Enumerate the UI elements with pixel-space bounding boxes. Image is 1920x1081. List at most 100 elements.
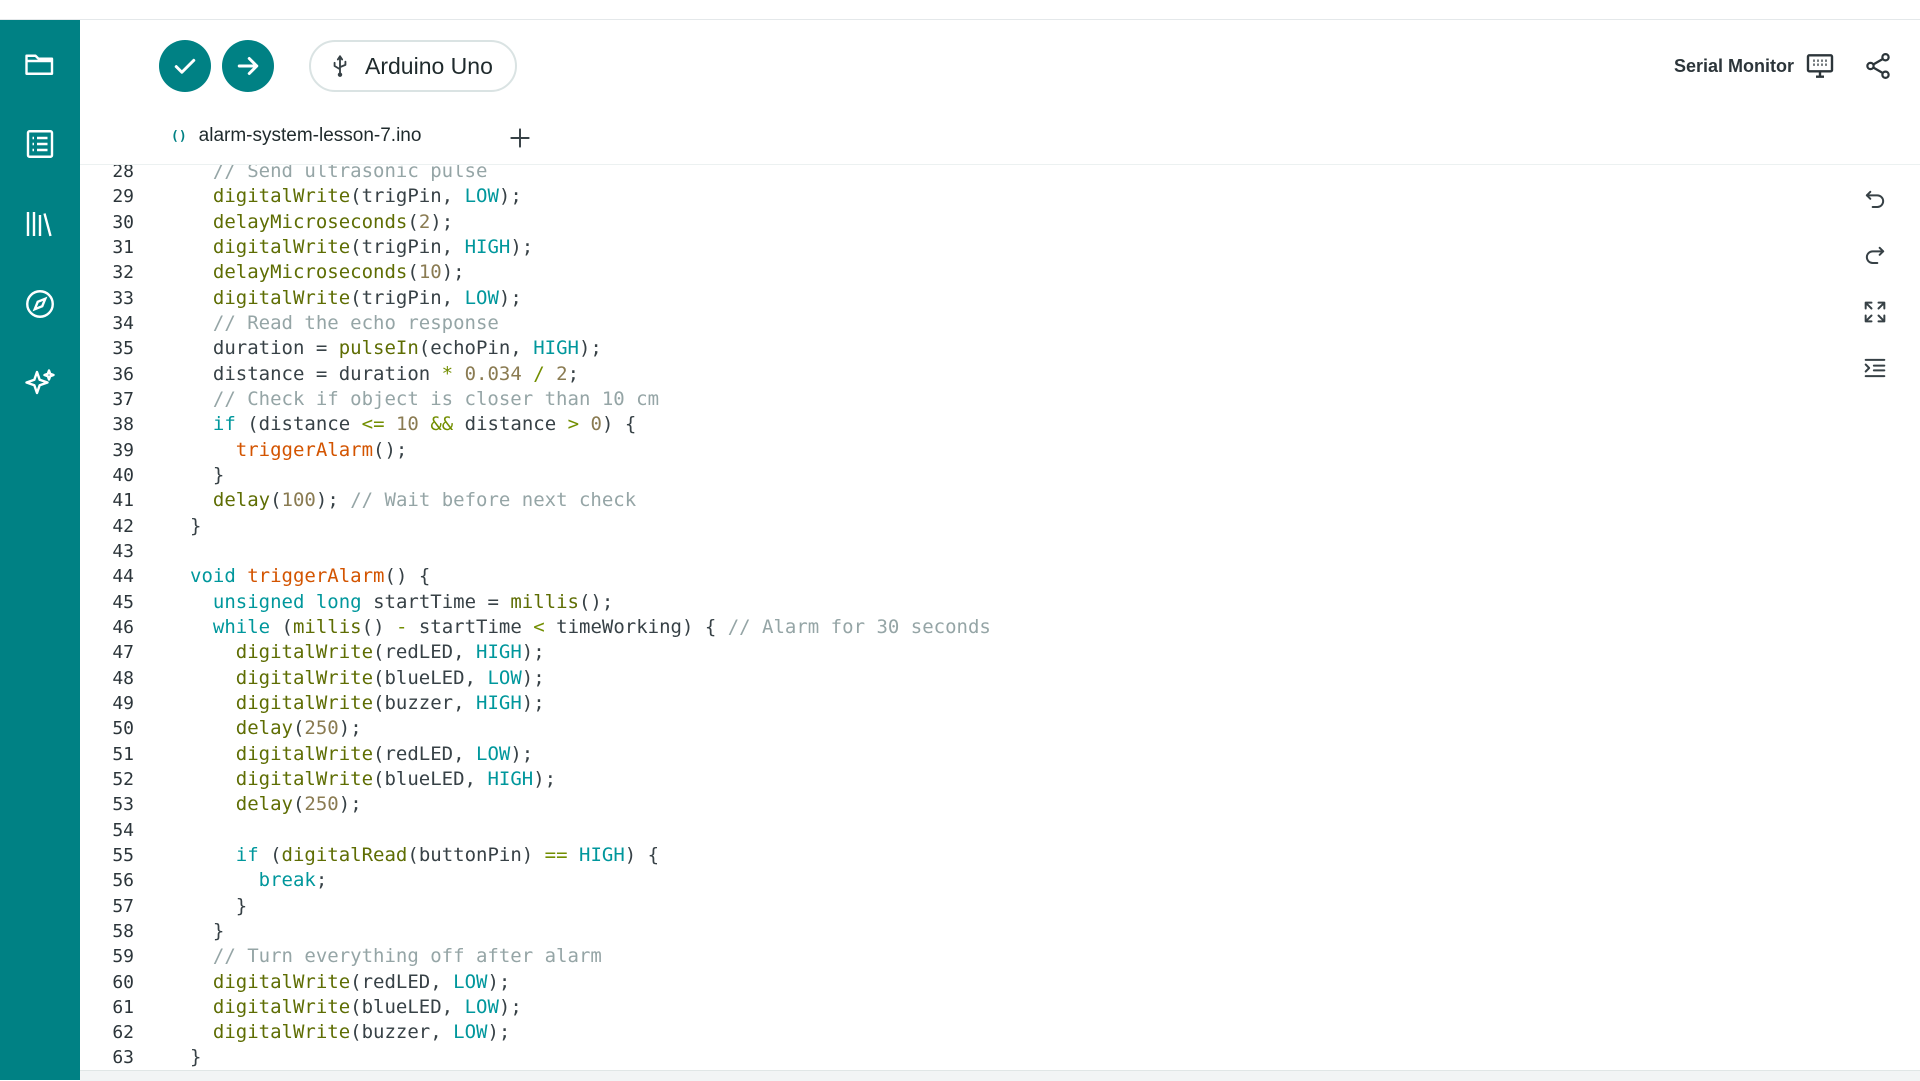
line-number: 35 xyxy=(112,338,134,360)
board-label: Arduino Uno xyxy=(365,52,493,79)
code-line[interactable]: 42} xyxy=(80,514,1840,539)
line-number: 44 xyxy=(112,566,134,588)
code-text: distance = duration * 0.034 / 2; xyxy=(190,362,580,385)
code-text: // Check if object is closer than 10 cm xyxy=(212,387,660,410)
code-line[interactable]: 54 xyxy=(80,818,1840,843)
line-number: 43 xyxy=(112,540,134,562)
line-number: 41 xyxy=(112,490,134,512)
line-number: 37 xyxy=(112,388,134,410)
upload-button[interactable] xyxy=(222,40,274,92)
code-line[interactable]: 52 digitalWrite(blueLED, HIGH); xyxy=(80,767,1840,792)
code-line[interactable]: 43 xyxy=(80,539,1840,564)
code-line[interactable]: 48 digitalWrite(blueLED, LOW); xyxy=(80,666,1840,691)
line-number: 47 xyxy=(112,642,134,664)
redo-icon xyxy=(1865,246,1885,264)
code-text: delay(100); // Wait before next check xyxy=(212,489,637,512)
code-line[interactable]: 57 } xyxy=(80,894,1840,919)
plus-icon xyxy=(510,128,530,148)
code-line[interactable]: 60 digitalWrite(redLED, LOW); xyxy=(80,970,1840,995)
line-number: 58 xyxy=(112,920,134,942)
sidebar xyxy=(0,20,80,1080)
line-number: 61 xyxy=(112,996,134,1018)
code-line[interactable]: 29 digitalWrite(trigPin, LOW); xyxy=(80,184,1840,209)
tab-label: alarm-system-lesson-7.ino xyxy=(198,125,422,146)
code-text: digitalWrite(blueLED, HIGH); xyxy=(235,767,557,790)
code-text: digitalWrite(trigPin, HIGH); xyxy=(212,235,534,258)
code-line[interactable]: 35 duration = pulseIn(echoPin, HIGH); xyxy=(80,336,1840,361)
line-number: 34 xyxy=(112,312,134,334)
code-line[interactable]: 30 delayMicroseconds(2); xyxy=(80,210,1840,235)
line-number: 53 xyxy=(112,794,134,816)
sidebar-item-examples[interactable] xyxy=(16,120,64,168)
code-text: digitalWrite(blueLED, LOW); xyxy=(235,666,545,689)
sidebar-item-libraries[interactable] xyxy=(16,200,64,248)
code-line[interactable]: 44 void triggerAlarm() { xyxy=(80,564,1840,589)
line-number: 50 xyxy=(112,718,134,740)
serial-monitor-button[interactable]: Serial Monitor xyxy=(1674,50,1836,82)
sidebar-item-ai-assistant[interactable] xyxy=(16,360,64,408)
library-icon xyxy=(26,212,52,237)
code-line[interactable]: 58 } xyxy=(80,919,1840,944)
code-line[interactable]: 61 digitalWrite(blueLED, LOW); xyxy=(80,995,1840,1020)
line-number: 54 xyxy=(112,819,134,841)
sidebar-item-reference[interactable] xyxy=(16,280,64,328)
code-line[interactable]: 45 unsigned long startTime = millis(); xyxy=(80,590,1840,615)
code-line[interactable]: 34 // Read the echo response xyxy=(80,311,1840,336)
code-line[interactable]: 59 // Turn everything off after alarm xyxy=(80,944,1840,969)
sparkle-icon xyxy=(25,369,55,395)
verify-button[interactable] xyxy=(159,40,211,92)
code-editor[interactable]: 28 // Send ultrasonic pulse 29 digitalWri… xyxy=(80,164,1920,1071)
code-line[interactable]: 41 delay(100); // Wait before next check xyxy=(80,488,1840,513)
indent-button[interactable] xyxy=(1853,346,1897,390)
code-line[interactable]: 40 } xyxy=(80,463,1840,488)
line-number: 29 xyxy=(112,186,134,208)
code-line[interactable]: 56 break; xyxy=(80,868,1840,893)
code-text: unsigned long startTime = millis(); xyxy=(212,590,614,613)
code-text: digitalWrite(blueLED, LOW); xyxy=(212,995,522,1018)
line-number: 33 xyxy=(112,287,134,309)
code-text: digitalWrite(redLED, LOW); xyxy=(212,970,511,993)
code-line[interactable]: 50 delay(250); xyxy=(80,716,1840,741)
code-line[interactable]: 47 digitalWrite(redLED, HIGH); xyxy=(80,640,1840,665)
code-text: digitalWrite(redLED, HIGH); xyxy=(235,641,545,664)
code-line[interactable]: 51 digitalWrite(redLED, LOW); xyxy=(80,742,1840,767)
line-number: 42 xyxy=(112,515,134,537)
add-tab-button[interactable] xyxy=(500,118,540,158)
line-number: 63 xyxy=(112,1047,134,1069)
code-text: delayMicroseconds(10); xyxy=(212,261,465,284)
expand-button[interactable] xyxy=(1853,290,1897,334)
sidebar-item-sketchbook[interactable] xyxy=(16,40,64,88)
redo-button[interactable] xyxy=(1853,234,1897,278)
line-number: 52 xyxy=(112,768,134,790)
arrow-right-icon xyxy=(237,57,259,75)
code-lines: 28 // Send ultrasonic pulse 29 digitalWri… xyxy=(80,165,1840,1071)
code-line[interactable]: 49 digitalWrite(buzzer, HIGH); xyxy=(80,691,1840,716)
code-line[interactable]: 53 delay(250); xyxy=(80,792,1840,817)
window-top-strip xyxy=(0,0,1920,20)
line-number: 31 xyxy=(112,236,134,258)
code-line[interactable]: 38 if (distance <= 10 && distance > 0) { xyxy=(80,412,1840,437)
code-line[interactable]: 62 digitalWrite(buzzer, LOW); xyxy=(80,1020,1840,1045)
code-line[interactable]: 31 digitalWrite(trigPin, HIGH); xyxy=(80,235,1840,260)
status-strip xyxy=(80,1070,1920,1081)
code-line[interactable]: 63} xyxy=(80,1045,1840,1070)
code-line[interactable]: 46 while (millis() - startTime < timeWor… xyxy=(80,615,1840,640)
code-line[interactable]: 28 // Send ultrasonic pulse xyxy=(80,165,1840,184)
code-text: digitalWrite(buzzer, LOW); xyxy=(212,1021,511,1044)
tab-alarm-system-lesson-7[interactable]: () alarm-system-lesson-7.ino xyxy=(153,110,486,164)
folder-icon xyxy=(25,54,54,75)
code-text: digitalWrite(trigPin, LOW); xyxy=(212,185,522,208)
line-number: 39 xyxy=(112,439,134,461)
code-line[interactable]: 36 distance = duration * 0.034 / 2; xyxy=(80,362,1840,387)
code-line[interactable]: 39 triggerAlarm(); xyxy=(80,438,1840,463)
code-line[interactable]: 32 delayMicroseconds(10); xyxy=(80,260,1840,285)
undo-button[interactable] xyxy=(1853,178,1897,222)
code-line[interactable]: 55 if (digitalRead(buttonPin) == HIGH) { xyxy=(80,843,1840,868)
share-button[interactable] xyxy=(1860,48,1896,84)
code-line[interactable]: 33 digitalWrite(trigPin, LOW); xyxy=(80,286,1840,311)
code-line[interactable]: 37 // Check if object is closer than 10 … xyxy=(80,387,1840,412)
code-text: break; xyxy=(258,869,328,892)
code-text: digitalWrite(trigPin, LOW); xyxy=(212,286,522,309)
board-selector[interactable]: Arduino Uno xyxy=(309,40,517,92)
code-text: void triggerAlarm() { xyxy=(190,565,431,588)
